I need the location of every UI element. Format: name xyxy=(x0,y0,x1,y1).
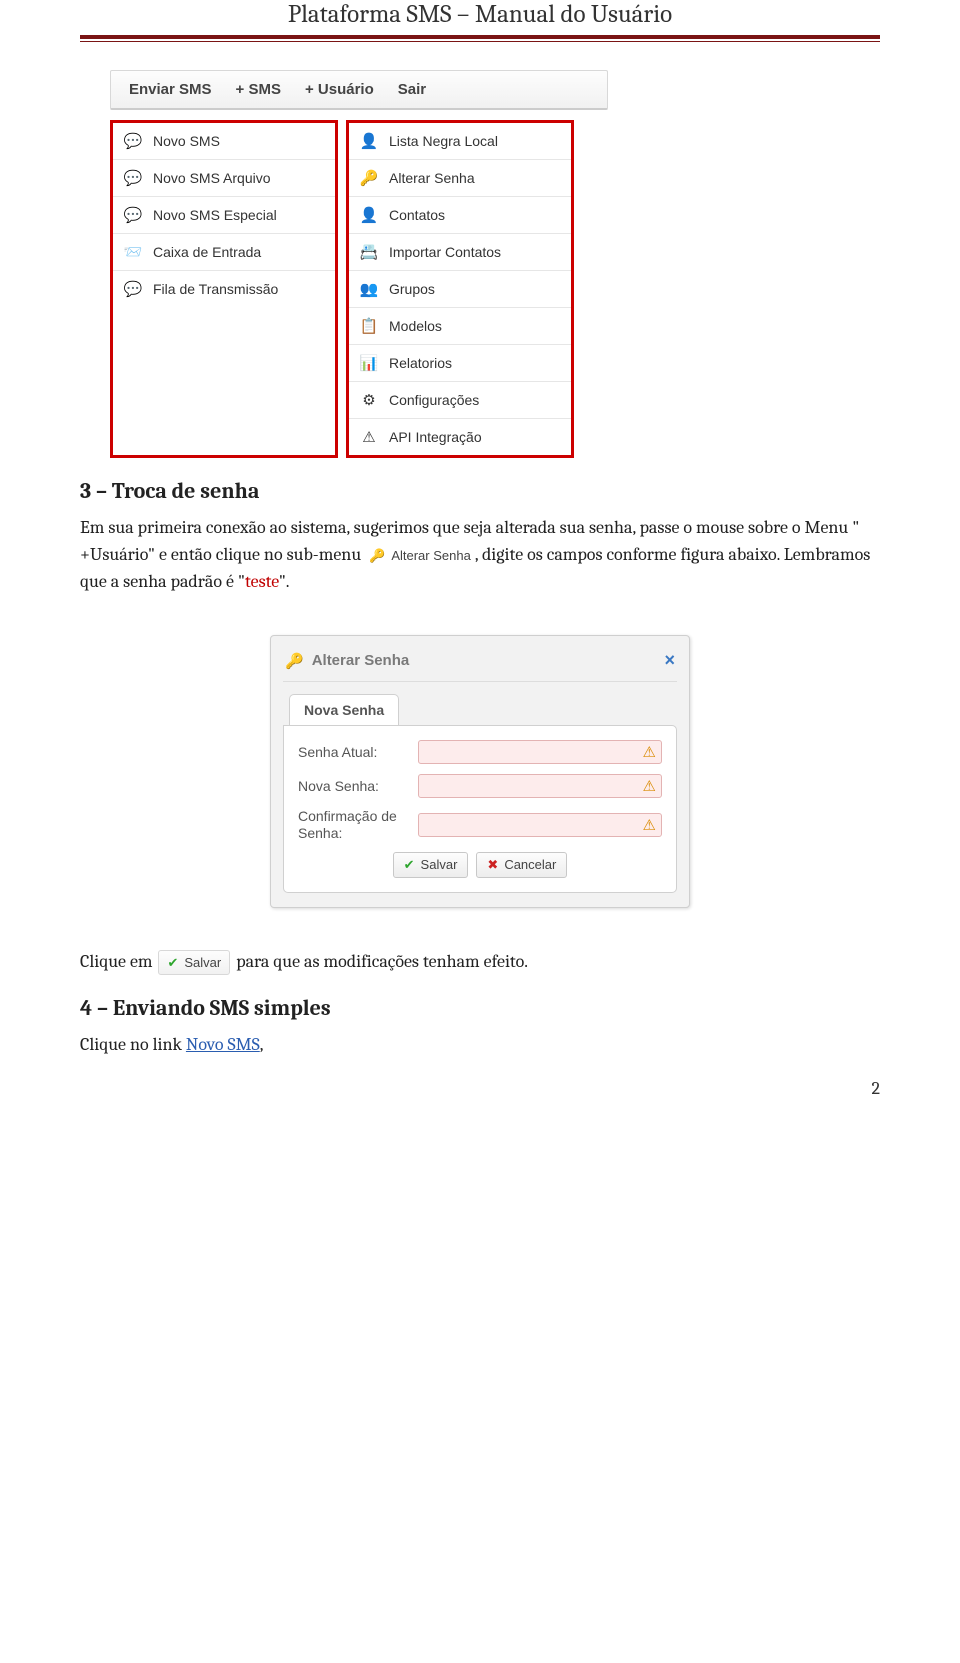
group-icon: 👥 xyxy=(359,279,379,299)
app-navbar: Enviar SMS + SMS + Usuário Sair xyxy=(110,70,608,110)
template-icon: 📋 xyxy=(359,316,379,336)
text: para que as modificações tenham efeito. xyxy=(236,951,528,972)
nav-plus-usuario[interactable]: + Usuário xyxy=(305,81,374,98)
section-4-heading: 4 – Enviando SMS simples xyxy=(80,995,880,1021)
nav-enviar-sms[interactable]: Enviar SMS xyxy=(129,81,212,98)
button-label: Cancelar xyxy=(504,857,556,872)
menu-item-label: Contatos xyxy=(389,207,445,223)
section-3b-paragraph: Clique em ✔ Salvar para que as modificaç… xyxy=(80,948,880,976)
header-rule-thick xyxy=(80,35,880,39)
label-nova-senha: Nova Senha: xyxy=(298,778,418,795)
check-icon: ✔ xyxy=(167,953,178,973)
warning-icon: ⚠ xyxy=(359,427,379,447)
label-senha-atual: Senha Atual: xyxy=(298,744,418,761)
menu-item-label: Novo SMS Arquivo xyxy=(153,170,271,186)
text: Clique em xyxy=(80,951,156,972)
menu-item-lista-negra[interactable]: 👤 Lista Negra Local xyxy=(349,123,571,160)
input-nova-senha[interactable] xyxy=(418,774,662,798)
key-icon: 🔑 xyxy=(285,652,304,670)
menu-item-api-integracao[interactable]: ⚠ API Integração xyxy=(349,419,571,455)
text: ". xyxy=(279,571,290,592)
doc-header-title: Plataforma SMS – Manual do Usuário xyxy=(80,0,880,35)
label-confirmacao-senha: Confirmação de Senha: xyxy=(298,808,418,842)
key-icon: 🔑 xyxy=(359,168,379,188)
input-confirmacao-senha[interactable] xyxy=(418,813,662,837)
user-block-icon: 👤 xyxy=(359,131,379,151)
import-icon: 📇 xyxy=(359,242,379,262)
menu-item-label: Relatorios xyxy=(389,355,452,371)
check-icon: ✔ xyxy=(404,857,415,873)
inline-chip-label: Alterar Senha xyxy=(391,546,471,566)
header-rule-thin xyxy=(80,41,880,42)
chat-special-icon: 💬 xyxy=(123,205,143,225)
menu-item-label: Novo SMS Especial xyxy=(153,207,277,223)
text: Clique no link xyxy=(80,1034,186,1055)
menu-item-novo-sms[interactable]: 💬 Novo SMS xyxy=(113,123,335,160)
close-icon[interactable]: × xyxy=(664,650,675,671)
menu-item-label: Lista Negra Local xyxy=(389,133,498,149)
nav-sair[interactable]: Sair xyxy=(398,81,426,98)
section-4-paragraph: Clique no link Novo SMS, xyxy=(80,1031,880,1058)
figure-dialog: 🔑 Alterar Senha × Nova Senha Senha Atual… xyxy=(270,635,690,908)
menu-item-label: Modelos xyxy=(389,318,442,334)
menu-item-grupos[interactable]: 👥 Grupos xyxy=(349,271,571,308)
tab-nova-senha[interactable]: Nova Senha xyxy=(289,694,399,725)
menu-item-caixa-entrada[interactable]: 📨 Caixa de Entrada xyxy=(113,234,335,271)
chat-add-icon: 💬 xyxy=(123,131,143,151)
section-3-heading: 3 – Troca de senha xyxy=(80,478,880,504)
alterar-senha-dialog: 🔑 Alterar Senha × Nova Senha Senha Atual… xyxy=(270,635,690,908)
warning-icon: ⚠ xyxy=(643,816,656,834)
button-label: Salvar xyxy=(421,857,458,872)
menu-item-relatorios[interactable]: 📊 Relatorios xyxy=(349,345,571,382)
menu-item-configuracoes[interactable]: ⚙ Configurações xyxy=(349,382,571,419)
figure-menus: Enviar SMS + SMS + Usuário Sair 💬 Novo S… xyxy=(110,70,880,458)
menu-item-novo-sms-especial[interactable]: 💬 Novo SMS Especial xyxy=(113,197,335,234)
menu-item-fila-transmissao[interactable]: 💬 Fila de Transmissão xyxy=(113,271,335,307)
menu-column-usuario: 👤 Lista Negra Local 🔑 Alterar Senha 👤 Co… xyxy=(346,120,574,458)
text: , xyxy=(260,1034,264,1055)
menu-item-label: Alterar Senha xyxy=(389,170,475,186)
menu-item-label: Novo SMS xyxy=(153,133,220,149)
user-icon: 👤 xyxy=(359,205,379,225)
menu-item-label: Configurações xyxy=(389,392,479,408)
menu-item-label: Grupos xyxy=(389,281,435,297)
menu-item-contatos[interactable]: 👤 Contatos xyxy=(349,197,571,234)
page-number: 2 xyxy=(80,1078,880,1099)
menu-column-sms: 💬 Novo SMS 💬 Novo SMS Arquivo 💬 Novo SMS… xyxy=(110,120,338,458)
warning-icon: ⚠ xyxy=(643,743,656,761)
cancelar-button[interactable]: ✖ Cancelar xyxy=(476,852,567,878)
menu-item-label: Caixa de Entrada xyxy=(153,244,261,260)
dialog-title-text: Alterar Senha xyxy=(312,652,410,669)
cancel-icon: ✖ xyxy=(487,857,498,873)
menu-item-importar-contatos[interactable]: 📇 Importar Contatos xyxy=(349,234,571,271)
menu-item-label: Importar Contatos xyxy=(389,244,501,260)
chart-icon: 📊 xyxy=(359,353,379,373)
teste-word: teste xyxy=(245,571,279,592)
menu-item-label: API Integração xyxy=(389,429,482,445)
menu-item-label: Fila de Transmissão xyxy=(153,281,278,297)
salvar-button[interactable]: ✔ Salvar xyxy=(393,852,469,878)
chat-file-icon: 💬 xyxy=(123,168,143,188)
menu-item-novo-sms-arquivo[interactable]: 💬 Novo SMS Arquivo xyxy=(113,160,335,197)
key-icon: 🔑 xyxy=(369,546,385,566)
queue-icon: 💬 xyxy=(123,279,143,299)
nav-plus-sms[interactable]: + SMS xyxy=(236,81,281,98)
warning-icon: ⚠ xyxy=(643,777,656,795)
gear-icon: ⚙ xyxy=(359,390,379,410)
inbox-icon: 📨 xyxy=(123,242,143,262)
menu-item-alterar-senha[interactable]: 🔑 Alterar Senha xyxy=(349,160,571,197)
input-senha-atual[interactable] xyxy=(418,740,662,764)
novo-sms-link[interactable]: Novo SMS xyxy=(186,1034,260,1055)
inline-chip-label: Salvar xyxy=(184,953,221,973)
menu-item-modelos[interactable]: 📋 Modelos xyxy=(349,308,571,345)
section-3-paragraph: Em sua primeira conexão ao sistema, suge… xyxy=(80,514,880,595)
